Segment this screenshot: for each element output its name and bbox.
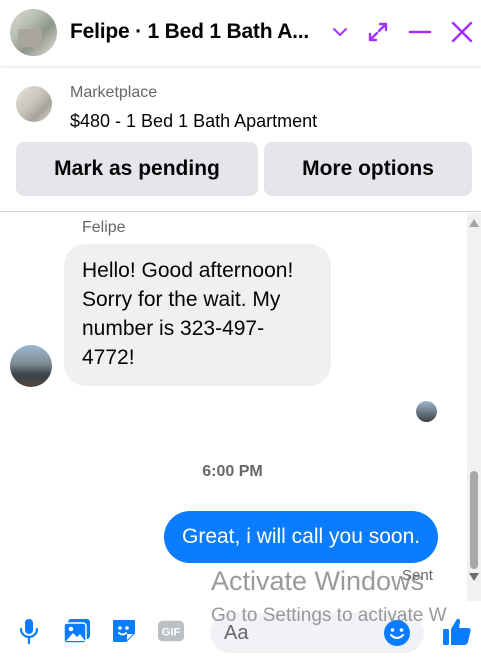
- message-input[interactable]: [224, 613, 374, 653]
- scroll-thumb[interactable]: [470, 471, 478, 569]
- message-input-wrapper: [210, 613, 424, 653]
- scroll-up-arrow-icon[interactable]: [469, 219, 479, 227]
- incoming-message-bubble[interactable]: Hello! Good afternoon! Sorry for the wai…: [64, 244, 331, 386]
- chat-title[interactable]: Felipe · 1 Bed 1 Bath A...: [70, 20, 309, 44]
- scroll-down-arrow-icon[interactable]: [469, 573, 479, 581]
- scrollbar[interactable]: [467, 213, 481, 601]
- sender-avatar[interactable]: [10, 345, 52, 387]
- listing-title[interactable]: $480 - 1 Bed 1 Bath Apartment: [70, 111, 317, 132]
- sent-status: Sent: [402, 567, 433, 584]
- sender-name: Felipe: [82, 219, 126, 236]
- sticker-icon[interactable]: [110, 617, 138, 645]
- gif-label: GIF: [162, 627, 181, 639]
- microphone-icon[interactable]: [15, 617, 43, 645]
- minimize-icon[interactable]: [408, 20, 432, 44]
- message-timestamp: 6:00 PM: [202, 463, 263, 480]
- read-receipt-avatar: [416, 401, 437, 422]
- like-icon[interactable]: [441, 615, 473, 647]
- message-list: Felipe Hello! Good afternoon! Sorry for …: [0, 213, 481, 601]
- contact-avatar[interactable]: [10, 9, 57, 56]
- mark-as-pending-button[interactable]: Mark as pending: [16, 142, 258, 196]
- chat-header: Felipe · 1 Bed 1 Bath A...: [0, 0, 481, 66]
- marketplace-banner: Marketplace $480 - 1 Bed 1 Bath Apartmen…: [0, 70, 481, 212]
- listing-thumbnail[interactable]: [16, 86, 52, 122]
- outgoing-message-bubble[interactable]: Great, i will call you soon.: [164, 511, 439, 563]
- more-options-button[interactable]: More options: [264, 142, 472, 196]
- photo-icon[interactable]: [63, 617, 91, 645]
- expand-icon[interactable]: [366, 20, 390, 44]
- message-composer: GIF: [0, 601, 481, 661]
- chevron-down-icon[interactable]: [328, 20, 352, 44]
- gif-icon[interactable]: GIF: [157, 617, 185, 645]
- emoji-icon[interactable]: [382, 618, 412, 648]
- marketplace-label: Marketplace: [70, 84, 158, 101]
- close-icon[interactable]: [450, 20, 474, 44]
